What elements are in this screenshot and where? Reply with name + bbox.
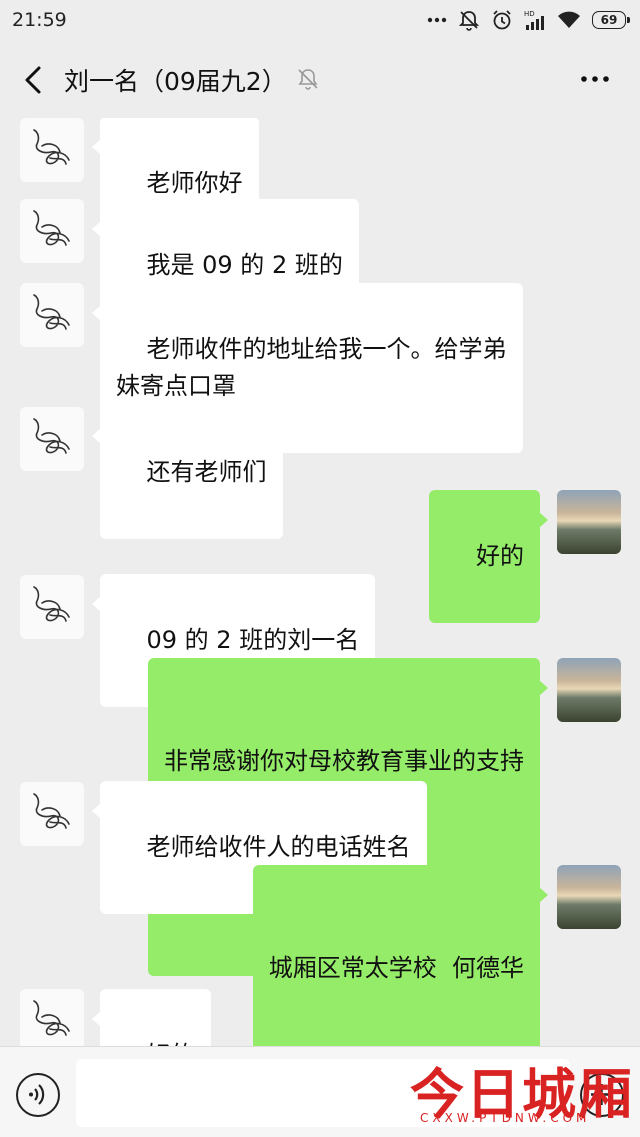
self-avatar[interactable] [557,658,621,722]
message-bubble-self[interactable]: 好的 [429,490,548,623]
silent-bell-icon [458,9,480,31]
contact-avatar[interactable] [20,989,84,1046]
contact-avatar[interactable] [20,283,84,347]
watermark-logo: 今日城厢 CXXW.PTDNW.COM [410,1050,635,1130]
svg-text:HD: HD [524,10,535,18]
contact-avatar[interactable] [20,118,84,182]
mute-bell-icon [296,67,320,91]
contact-avatar[interactable] [20,782,84,846]
message-list[interactable]: 老师你好 我是 09 的 2 班的 老师收件的地址给我一个。给学弟 妹寄点口罩 … [0,118,640,1046]
message-bubble[interactable]: 好的 [92,989,211,1046]
message-text: 09 的 2 班的刘一名 [146,626,360,654]
voice-icon[interactable] [16,1073,60,1117]
self-avatar[interactable] [557,490,621,554]
message-bubble-self[interactable]: 城厢区常太学校 何德华 13859891323 [252,865,549,1046]
message-text: 好的 [476,542,524,570]
cellular-signal-icon: HD [524,9,546,31]
status-time: 21:59 [12,9,67,31]
more-dots-icon[interactable] [578,64,612,94]
status-icons: HD 69 [427,9,630,31]
chat-title[interactable]: 刘一名（09届九2） [64,62,287,98]
message-text: 老师给收件人的电话姓名 [146,833,411,861]
self-avatar[interactable] [557,865,621,929]
watermark-url: CXXW.PTDNW.COM [420,1111,591,1125]
message-text: 还有老师们 [146,458,267,486]
message-bubble[interactable]: 还有老师们 [92,406,283,539]
wifi-icon [557,10,581,30]
message-text: 老师你好 [146,169,243,197]
contact-avatar[interactable] [20,407,84,471]
chat-header: 刘一名（09届九2） [0,40,640,118]
back-arrow-icon[interactable] [20,65,48,95]
more-notifications-icon [427,16,447,24]
contact-avatar[interactable] [20,575,84,639]
message-text: 老师收件的地址给我一个。给学弟 妹寄点口罩 [116,335,507,400]
message-text: 非常感谢你对母校教育事业的支持 [164,747,524,775]
battery-icon: 69 [592,11,630,29]
message-text: 我是 09 的 2 班的 [146,251,343,279]
contact-avatar[interactable] [20,199,84,263]
status-bar: 21:59 HD 69 [0,0,640,40]
message-text: 城厢区常太学校 何德华 [268,954,524,982]
alarm-clock-icon [491,9,513,31]
